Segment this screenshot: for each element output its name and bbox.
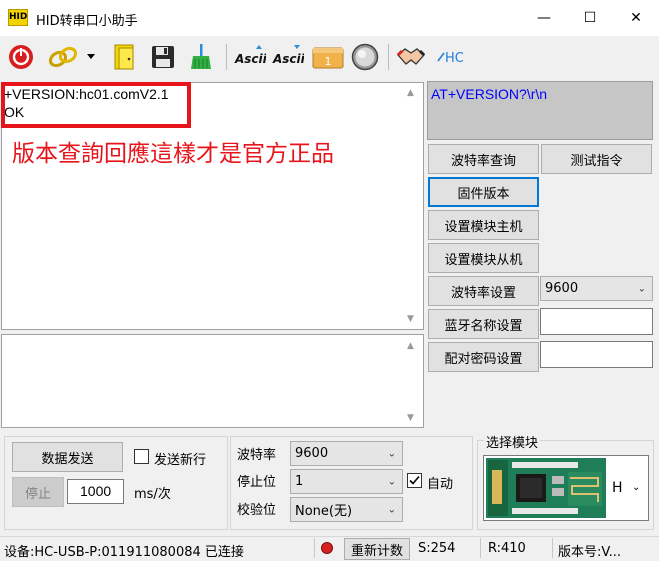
send-data-button[interactable]: 数据发送 — [12, 442, 123, 472]
toolbar-separator — [226, 44, 227, 70]
status-separator — [480, 538, 481, 558]
save-icon[interactable] — [148, 42, 178, 72]
chevron-down-icon: ⌄ — [387, 448, 396, 459]
bluetooth-name-input[interactable] — [540, 308, 653, 335]
counter-text: 1 — [325, 55, 332, 68]
chevron-down-icon: ⌄ — [632, 482, 641, 493]
app-icon: HID — [8, 9, 28, 26]
pairing-pin-input[interactable] — [540, 341, 653, 368]
newline-checkbox[interactable] — [134, 449, 149, 464]
ascii-receive-icon[interactable]: Ascii — [272, 42, 304, 72]
firmware-version-button[interactable]: 固件版本 — [428, 177, 539, 207]
stop-bits-label: 停止位 — [237, 475, 277, 490]
broom-clear-icon[interactable] — [186, 42, 216, 72]
parity-select[interactable]: None(无) ⌄ — [290, 497, 403, 522]
set-pin-button[interactable]: 配对密码设置 — [428, 342, 539, 372]
stop-bits-select-value: 1 — [295, 474, 304, 489]
set-baud-button[interactable]: 波特率设置 — [428, 276, 539, 306]
serial-baud-select[interactable]: 9600 ⌄ — [290, 441, 403, 466]
maximize-button[interactable]: ☐ — [567, 0, 613, 36]
interval-unit: ms/次 — [134, 487, 171, 502]
status-separator — [552, 538, 553, 558]
module-select-label: 选择模块 — [484, 432, 541, 451]
chevron-down-icon: ⌄ — [637, 283, 646, 294]
reset-count-button[interactable]: 重新计数 — [344, 538, 410, 560]
set-name-button[interactable]: 蓝牙名称设置 — [428, 309, 539, 339]
set-master-button[interactable]: 设置模块主机 — [428, 210, 539, 240]
interval-input[interactable]: 1000 — [67, 479, 124, 504]
minimize-button[interactable]: — — [521, 0, 567, 36]
circle-icon[interactable] — [350, 42, 380, 72]
toolbar-separator — [388, 44, 389, 70]
counter-icon[interactable]: 1 — [312, 42, 344, 72]
stop-button[interactable]: 停止 — [12, 477, 64, 507]
scroll-down-icon[interactable]: ▼ — [402, 409, 419, 426]
stop-bits-select[interactable]: 1 ⌄ — [290, 469, 403, 494]
ascii-send-text: Ascii — [234, 52, 266, 66]
baud-rate-select[interactable]: 9600 ⌄ — [540, 276, 653, 301]
ascii-receive-text: Ascii — [272, 52, 304, 66]
status-separator — [314, 538, 315, 558]
version-status: 版本号:V... — [558, 545, 621, 560]
chevron-down-icon: ⌄ — [387, 476, 396, 487]
power-icon[interactable] — [6, 42, 36, 72]
device-status: 设备:HC-USB-P:011911080084 已连接 — [4, 545, 244, 560]
scroll-up-icon[interactable]: ▲ — [402, 84, 419, 101]
checkmark-icon — [409, 475, 420, 485]
chevron-down-icon: ⌄ — [387, 504, 396, 515]
test-command-button[interactable]: 测试指令 — [541, 144, 652, 174]
command-text: AT+VERSION?\r\n — [431, 86, 548, 102]
scroll-down-icon[interactable]: ▼ — [402, 310, 419, 327]
auto-checkbox[interactable] — [407, 473, 422, 488]
open-file-icon[interactable] — [110, 42, 140, 72]
hc-logo-text: HC — [445, 51, 464, 66]
annotation-text: 版本查詢回應這樣才是官方正品 — [12, 141, 334, 167]
newline-label: 发送新行 — [154, 453, 207, 468]
parity-select-value: None(无) — [295, 504, 353, 519]
bluetooth-module-image — [486, 458, 606, 522]
baud-query-button[interactable]: 波特率查询 — [428, 144, 539, 174]
close-button[interactable]: ✕ — [613, 0, 659, 36]
module-select-value: H — [612, 480, 623, 496]
serial-baud-select-value: 9600 — [295, 446, 329, 461]
highlight-box — [1, 82, 191, 128]
baud-rate-select-value: 9600 — [545, 281, 579, 296]
link-icon[interactable] — [48, 42, 78, 72]
ascii-send-icon[interactable]: Ascii — [234, 42, 266, 72]
parity-label: 校验位 — [237, 503, 277, 518]
auto-label: 自动 — [427, 477, 454, 492]
send-textarea[interactable] — [1, 334, 424, 428]
dropdown-arrow-icon[interactable] — [84, 42, 98, 72]
hc-logo-icon[interactable]: HC — [434, 42, 470, 72]
received-count: R:410 — [488, 541, 526, 556]
handshake-icon[interactable] — [396, 42, 426, 72]
status-indicator-icon — [321, 542, 333, 554]
set-slave-button[interactable]: 设置模块从机 — [428, 243, 539, 273]
sent-count: S:254 — [418, 541, 456, 556]
scroll-up-icon[interactable]: ▲ — [402, 337, 419, 354]
window-title: HID转串口小助手 — [36, 14, 138, 29]
baud-label: 波特率 — [237, 448, 277, 463]
